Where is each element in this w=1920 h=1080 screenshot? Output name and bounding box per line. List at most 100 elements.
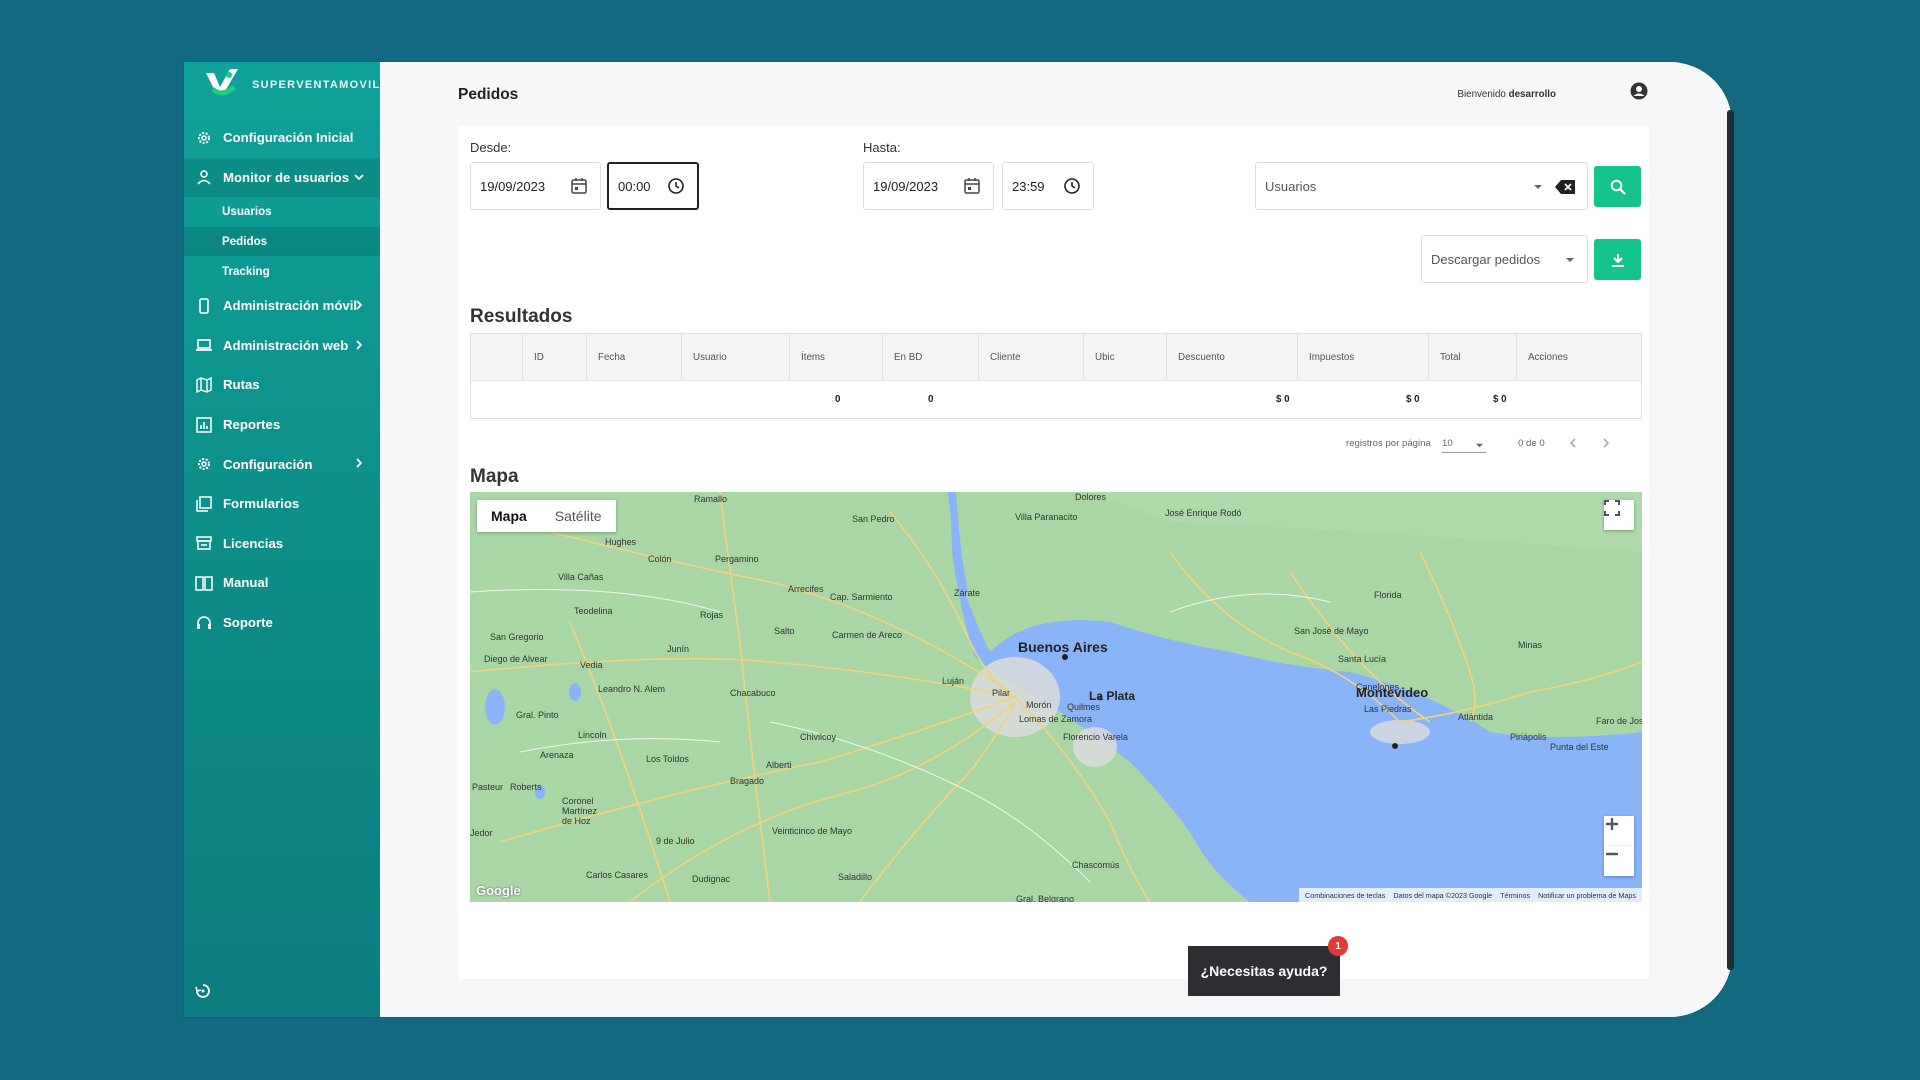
th-id[interactable]: ID xyxy=(522,334,586,380)
chevron-right-icon xyxy=(356,339,363,350)
map-label: Rojas xyxy=(700,610,724,620)
sidebar-item-rutas[interactable]: Rutas xyxy=(184,365,380,405)
map-view[interactable]: Buenos Aires La Plata Montevideo Ramallo… xyxy=(470,492,1642,902)
th-impuestos[interactable]: Impuestos xyxy=(1297,334,1428,380)
calendar-icon[interactable] xyxy=(570,177,588,195)
map-type-toggle: Mapa Satélite xyxy=(477,500,616,532)
license-icon xyxy=(195,534,213,552)
map-label: Dolores xyxy=(1075,492,1107,502)
sidebar-item-monitor-usuarios[interactable]: Monitor de usuarios xyxy=(184,157,380,198)
map-label: Pilar xyxy=(992,688,1011,698)
sidebar-item-manual[interactable]: Manual xyxy=(184,563,380,603)
map-label: Chivilcoy xyxy=(800,732,837,742)
sidebar-subitem-usuarios[interactable]: Usuarios xyxy=(184,197,380,227)
map-label: Pasteur xyxy=(472,782,504,792)
map-footer-terms[interactable]: Términos xyxy=(1500,891,1530,900)
map-label: Cap. Sarmiento xyxy=(830,592,893,602)
th-en-bd[interactable]: En BD xyxy=(882,334,978,380)
map-label: Roberts xyxy=(510,782,542,792)
map-label: Santa Lucía xyxy=(1338,654,1387,664)
map-label: Minas xyxy=(1518,640,1543,650)
total-impuestos: $ 0 xyxy=(1406,393,1420,405)
chevron-right-icon xyxy=(356,300,363,310)
search-icon xyxy=(1610,179,1626,195)
map-label: Leandro N. Alem xyxy=(598,684,666,694)
sidebar-item-soporte[interactable]: Soporte xyxy=(184,603,380,643)
brand-logo[interactable]: SUPERVENTAMOVIL xyxy=(202,65,381,105)
per-page-select[interactable]: 10 xyxy=(1442,434,1486,453)
sidebar-item-administracion-web[interactable]: Administración web xyxy=(184,326,380,366)
clock-icon[interactable] xyxy=(1063,177,1081,195)
sidebar-subitem-pedidos[interactable]: Pedidos xyxy=(184,226,380,257)
history-icon[interactable] xyxy=(193,981,213,1001)
sidebar-item-label: Configuración xyxy=(223,456,313,472)
descargar-label: Descargar pedidos xyxy=(1431,251,1541,267)
th-descuento[interactable]: Descuento xyxy=(1166,334,1297,380)
dropdown-arrow-icon[interactable] xyxy=(1533,182,1543,192)
descargar-pedidos-select[interactable]: Descargar pedidos xyxy=(1421,235,1588,283)
th-items[interactable]: Ítems xyxy=(789,334,882,380)
map-type-satellite-button[interactable]: Satélite xyxy=(541,500,616,532)
map-label: Saladillo xyxy=(838,872,873,882)
notification-badge: 1 xyxy=(1328,936,1348,956)
th-acciones: Acciones xyxy=(1516,334,1641,380)
brand-name: SUPERVENTAMOVIL xyxy=(252,79,381,91)
help-button[interactable]: ¿Necesitas ayuda? xyxy=(1188,946,1340,996)
th-cliente[interactable]: Cliente xyxy=(978,334,1083,380)
hasta-date-field[interactable]: 19/09/2023 xyxy=(863,162,994,210)
map-label: Piriápolis xyxy=(1510,732,1547,742)
th-fecha[interactable]: Fecha xyxy=(586,334,681,380)
download-button[interactable] xyxy=(1594,239,1641,280)
sidebar-item-licencias[interactable]: Licencias xyxy=(184,524,380,564)
th-select xyxy=(471,334,522,380)
chevron-down-icon xyxy=(354,173,364,180)
zoom-in-button[interactable] xyxy=(1604,816,1634,846)
prev-page-icon[interactable] xyxy=(1566,436,1580,450)
desde-date-value: 19/09/2023 xyxy=(480,178,546,194)
hasta-time-field[interactable]: 23:59 xyxy=(1002,162,1094,210)
map-footer-report[interactable]: Notificar un problema de Maps xyxy=(1538,891,1636,900)
fullscreen-button[interactable] xyxy=(1604,500,1634,530)
fullscreen-icon xyxy=(1604,500,1620,516)
th-ubic[interactable]: Ubic xyxy=(1083,334,1166,380)
minus-icon xyxy=(1606,852,1618,856)
map-label: José Enrique Rodó xyxy=(1165,508,1242,518)
map-type-map-button[interactable]: Mapa xyxy=(477,500,541,532)
sidebar-item-configuracion-inicial[interactable]: Configuración Inicial xyxy=(184,118,380,158)
usuarios-select[interactable]: Usuarios xyxy=(1255,162,1588,210)
th-usuario[interactable]: Usuario xyxy=(681,334,789,380)
map-footer-shortcuts[interactable]: Combinaciones de teclas xyxy=(1305,891,1385,900)
sidebar-item-configuracion[interactable]: Configuración xyxy=(184,444,380,484)
map-label: Jedor xyxy=(470,828,493,838)
clear-icon[interactable] xyxy=(1555,180,1575,194)
sidebar-item-administracion-movil[interactable]: Administración móvil xyxy=(184,286,380,326)
welcome-text: Bienvenido desarrollo xyxy=(1457,89,1556,100)
map-label: San Gregorio xyxy=(490,632,544,642)
desde-time-field[interactable]: 00:00 xyxy=(607,162,699,210)
sidebar-item-reportes[interactable]: Reportes xyxy=(184,405,380,445)
main-content: Pedidos Bienvenido desarrollo Desde: 19/… xyxy=(380,62,1732,1017)
page-title: Pedidos xyxy=(458,86,519,103)
account-icon[interactable] xyxy=(1630,82,1648,100)
next-page-icon[interactable] xyxy=(1599,436,1613,450)
sidebar-item-formularios[interactable]: Formularios xyxy=(184,484,380,524)
th-total[interactable]: Total xyxy=(1428,334,1516,380)
results-table: ID Fecha Usuario Ítems En BD Cliente Ubi… xyxy=(470,333,1642,419)
sidebar-item-label: Licencias xyxy=(223,535,284,551)
sidebar-nav: Configuración Inicial Monitor de usuario… xyxy=(184,118,380,642)
map-label: Gral. Pinto xyxy=(516,710,559,720)
map-label: Arrecifes xyxy=(788,584,824,594)
map-label: Arenaza xyxy=(540,750,574,760)
total-en-bd: 0 xyxy=(928,393,934,405)
map-label: Lincoln xyxy=(578,730,607,740)
map-label: Luján xyxy=(942,676,965,686)
sidebar-subitem-tracking[interactable]: Tracking xyxy=(184,256,380,286)
map-label: Chascomús xyxy=(1072,860,1120,870)
sidebar: SUPERVENTAMOVIL Configuración Inicial Mo… xyxy=(184,62,380,1017)
calendar-icon[interactable] xyxy=(963,177,981,195)
zoom-out-button[interactable] xyxy=(1604,846,1634,876)
search-button[interactable] xyxy=(1594,166,1641,207)
clock-icon[interactable] xyxy=(667,177,685,195)
desde-date-field[interactable]: 19/09/2023 xyxy=(470,162,601,210)
map-label: Colón xyxy=(648,554,672,564)
